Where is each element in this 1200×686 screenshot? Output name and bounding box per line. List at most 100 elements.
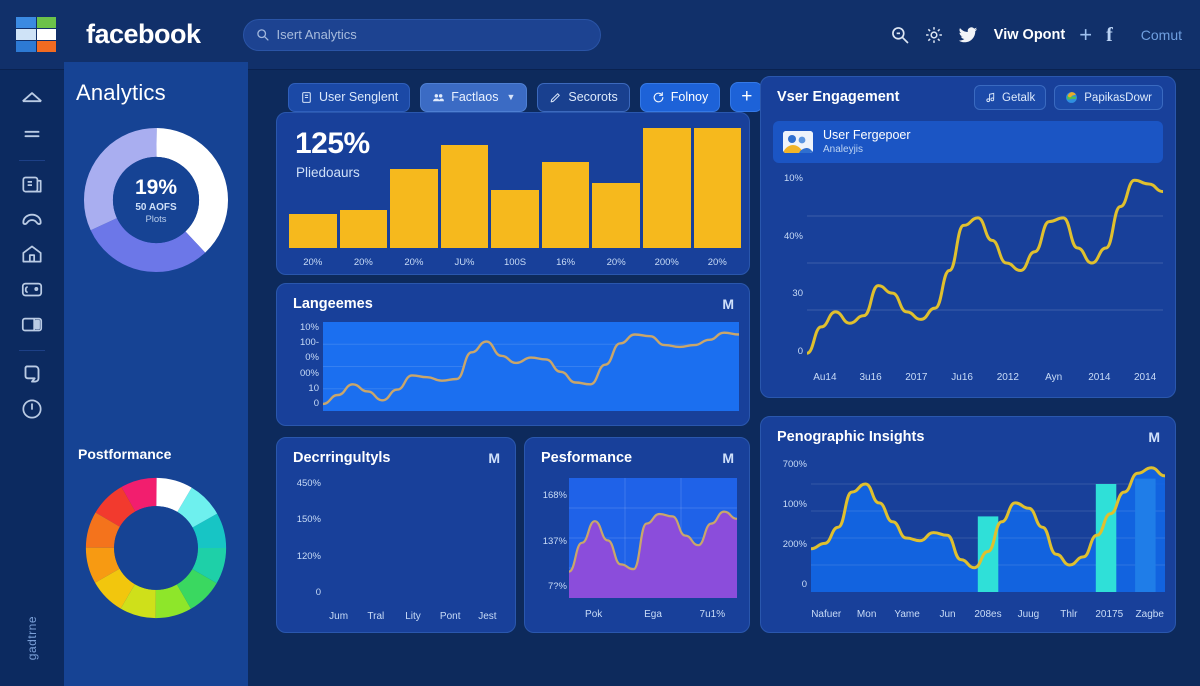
axis-tick: 20% <box>303 257 323 268</box>
demographic-y-axis: 700% 100% 200% 0 <box>769 459 807 590</box>
panel-layout-icon[interactable] <box>19 311 45 337</box>
search-zoom-icon[interactable] <box>890 25 910 45</box>
bookmark-icon[interactable] <box>19 361 45 387</box>
tab-bar: User Senglent Factlaos ▼ Secorots Folnoy… <box>288 82 764 112</box>
analytics-dashboard: facebook Viw Opont + f Comut <box>0 0 1200 686</box>
facebook-logo-icon[interactable] <box>16 16 56 53</box>
axis-tick: Thlr <box>1060 609 1078 620</box>
cloud-heart-icon[interactable] <box>19 206 45 232</box>
twitter-bird-icon[interactable] <box>958 25 978 45</box>
gear-icon[interactable] <box>924 25 944 45</box>
getalk-button[interactable]: Getalk <box>974 85 1047 110</box>
engagement-buttons: Getalk PapikasDowr <box>974 85 1163 110</box>
add-tab-button[interactable]: + <box>730 82 764 112</box>
globe-icon <box>1066 92 1078 103</box>
tab-factlaos[interactable]: Factlaos ▼ <box>420 82 528 112</box>
axis-tick: 0 <box>801 579 807 590</box>
axis-tick: 20% <box>707 257 727 268</box>
tab-label: Factlaos <box>451 90 499 104</box>
axis-tick: 40% <box>783 230 803 242</box>
axis-tick: Au14 <box>813 372 837 383</box>
axis-tick: 00% <box>299 367 319 379</box>
house-icon[interactable] <box>19 241 45 267</box>
bar <box>339 209 388 248</box>
top-header: facebook Viw Opont + f Comut <box>0 0 1200 70</box>
axis-tick: 10 <box>308 382 319 394</box>
search-box[interactable] <box>242 18 601 51</box>
panel-badge[interactable]: M <box>488 450 500 466</box>
panel-badge[interactable]: M <box>1148 429 1160 445</box>
axis-tick: Ega <box>644 609 662 620</box>
langeemes-panel: Langeemes M 10% 100- 0% 00% 10 0 <box>276 283 750 426</box>
tab-label: User Senglent <box>319 90 399 104</box>
axis-tick: 168% <box>542 490 567 501</box>
refresh-icon <box>653 91 664 102</box>
twitter-label[interactable]: Viw Opont <box>994 27 1065 43</box>
decrringultyls-panel: Decrringultyls M 450% 150% 120% 0 Jum Tral Li… <box>276 437 516 633</box>
tab-secorots[interactable]: Secorots <box>537 82 630 112</box>
bar <box>289 214 337 248</box>
engagement-list-item[interactable]: User Fergepoer Analeyjis <box>773 121 1163 163</box>
axis-tick: Pok <box>585 609 603 620</box>
menu-lines-icon[interactable] <box>19 121 45 147</box>
papikasdowr-button[interactable]: PapikasDowr <box>1054 85 1163 110</box>
home-triangle-icon[interactable] <box>19 86 45 112</box>
button-label: Getalk <box>1002 91 1036 104</box>
engagement-plot <box>807 169 1163 357</box>
photo-thumbnail-icon <box>783 131 813 153</box>
demographic-panel: Penographic Insights M 700% 100% 200% 0 Naf… <box>760 416 1176 633</box>
stack-x-axis: Jum Tral Lity Pont Jest <box>325 611 501 622</box>
axis-tick: 150% <box>296 514 321 526</box>
axis-tick: Lity <box>405 611 421 622</box>
hero-bar-panel: 125% Pliedoaurs 20% 20% 20% JU% 100S 16% 20% 20… <box>276 112 750 275</box>
bar <box>592 183 640 248</box>
bar <box>491 190 539 248</box>
document-icon <box>302 91 311 103</box>
item-title: User Fergepoer <box>823 127 911 142</box>
chevron-down-icon[interactable]: ▼ <box>506 92 515 102</box>
axis-tick: Pont <box>439 611 461 622</box>
users-icon <box>433 93 445 101</box>
button-label: PapikasDowr <box>1084 91 1152 104</box>
axis-tick: Ju16 <box>951 372 973 383</box>
document-icon[interactable] <box>19 171 45 197</box>
panel-badge[interactable]: M <box>722 450 734 466</box>
tab-folnoy[interactable]: Folnoy <box>639 82 721 112</box>
axis-tick: 2014 <box>1088 372 1111 383</box>
demographic-x-axis: Nafuer Mon Yame Jun 208es Juug Thlr 20175 Zagbe <box>811 609 1165 620</box>
add-icon[interactable]: + <box>1079 23 1092 46</box>
axis-tick: 100% <box>782 499 807 510</box>
comment-link[interactable]: Comut <box>1141 27 1182 43</box>
demographic-plot <box>811 457 1165 592</box>
axis-tick: 20% <box>353 257 373 268</box>
pesformance-panel: Pesformance M 168% 137% 7?% Pok Ega 7u1% <box>524 437 750 633</box>
axis-tick: 120% <box>296 550 321 562</box>
axis-tick: 7u1% <box>699 609 726 620</box>
panel-badge[interactable]: M <box>722 296 734 312</box>
axis-tick: 200% <box>782 539 807 550</box>
axis-tick: Mon <box>856 609 877 620</box>
axis-tick: 10% <box>299 322 319 333</box>
facebook-f-icon[interactable]: f <box>1106 25 1113 45</box>
panel-title: Langeemes <box>293 296 373 312</box>
perf-x-axis: Pok Ega 7u1% <box>569 609 737 620</box>
bar <box>440 144 489 248</box>
engagement-panel: Vser Engagement Getalk PapikasDowr User … <box>760 76 1176 398</box>
pencil-icon <box>551 92 561 102</box>
axis-tick: 0 <box>313 397 319 409</box>
axis-tick: Zagbe <box>1135 609 1164 620</box>
bar <box>541 161 590 248</box>
axis-tick: Jun <box>939 609 956 620</box>
search-input[interactable] <box>276 27 588 42</box>
clock-icon[interactable] <box>19 396 45 422</box>
trend-line <box>807 178 1163 355</box>
panel-title: Decrringultyls <box>293 450 391 466</box>
chat-box-icon[interactable] <box>19 276 45 302</box>
axis-tick: 0% <box>305 352 319 364</box>
axis-tick: Jum <box>329 611 349 622</box>
axis-tick: Ayn <box>1045 372 1063 383</box>
bar <box>390 168 438 248</box>
tab-user-senglent[interactable]: User Senglent <box>288 82 411 112</box>
panel-title: Pesformance <box>541 450 633 466</box>
rail-vertical-label: gadtrne <box>25 615 39 660</box>
